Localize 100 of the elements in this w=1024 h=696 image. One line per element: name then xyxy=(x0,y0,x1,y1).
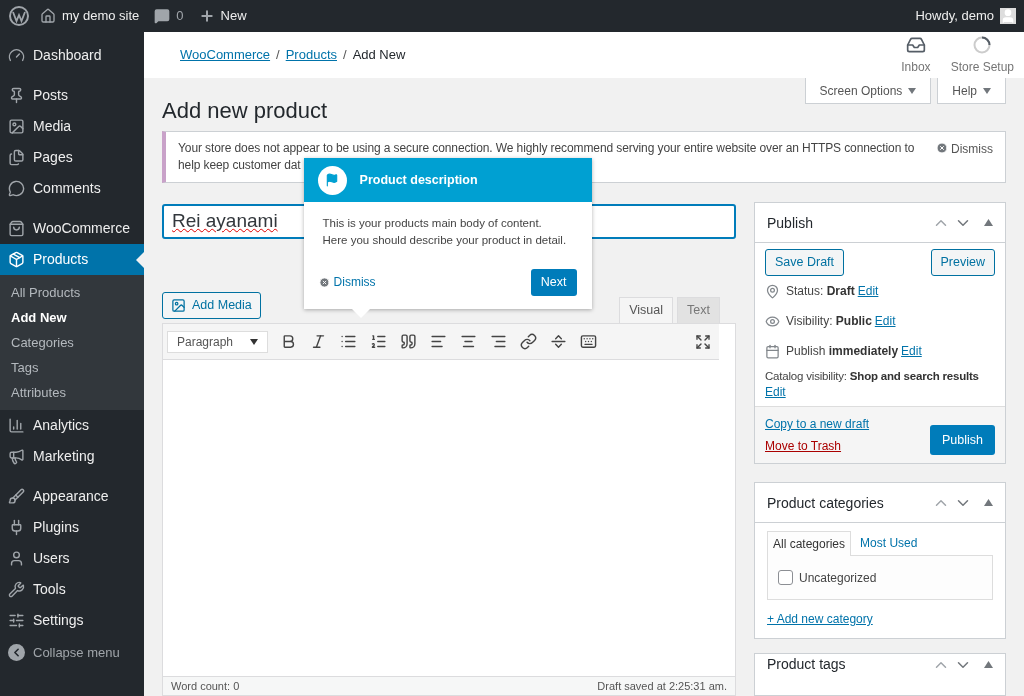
comment-count[interactable]: 0 xyxy=(176,6,184,26)
sidebar-item[interactable]: Users xyxy=(0,543,144,574)
panel-title: Product categories xyxy=(767,494,885,511)
sidebar-item[interactable]: Media xyxy=(0,111,144,142)
sidebar-item[interactable]: Analytics xyxy=(0,410,144,441)
submenu-item[interactable]: All Products xyxy=(0,280,144,305)
box-icon xyxy=(8,251,25,268)
panel-title: Publish xyxy=(767,214,814,231)
brush-icon xyxy=(8,488,25,505)
italic-icon[interactable] xyxy=(310,333,327,350)
catalog-visibility: Catalog visibility: Shop and search results xyxy=(765,369,979,384)
submenu-item[interactable]: Attributes xyxy=(0,380,144,405)
home-icon[interactable] xyxy=(40,8,56,24)
sidebar-item[interactable]: Plugins xyxy=(0,512,144,543)
notice-text: Your store does not appear to be using a secure connection. We highly recommend serving your entire website over an HTTPS connection to xyxy=(178,141,915,155)
editor-tab[interactable]: Visual xyxy=(619,297,674,324)
add-media-button[interactable]: Add Media xyxy=(162,292,261,319)
edit-link[interactable]: Edit xyxy=(857,282,879,300)
collapse-triangle-icon[interactable] xyxy=(984,661,993,668)
notice-dismiss-button[interactable]: Dismiss xyxy=(936,140,993,174)
popover-text: This is your products main body of content. xyxy=(322,216,542,231)
add-category-link[interactable]: + Add new category xyxy=(767,610,873,628)
submenu-item[interactable]: Categories xyxy=(0,330,144,355)
quote-icon[interactable] xyxy=(400,333,417,350)
site-name-link[interactable]: my demo site xyxy=(62,6,140,26)
submenu-item[interactable]: Tags xyxy=(0,355,144,380)
link-icon[interactable] xyxy=(520,333,537,350)
panel-title: Product tags xyxy=(767,656,847,672)
calendar-icon xyxy=(765,343,780,359)
header-action-button[interactable]: Inbox xyxy=(891,34,941,76)
submenu-item[interactable]: Add New xyxy=(0,305,144,330)
copy-draft-link[interactable]: Copy to a new draft xyxy=(765,415,870,433)
bar-chart-icon xyxy=(8,417,25,434)
read-more-icon[interactable] xyxy=(550,333,567,350)
sidebar-item[interactable]: Marketing xyxy=(0,441,144,472)
breadcrumb-link[interactable]: Products xyxy=(285,45,337,65)
edit-link[interactable]: Edit xyxy=(765,384,786,400)
word-count: Word count: 0 xyxy=(171,678,240,694)
sidebar-item[interactable]: Appearance xyxy=(0,481,144,512)
sidebar-item[interactable]: Comments xyxy=(0,173,144,204)
bullet-list-icon[interactable] xyxy=(340,333,357,350)
screen-tab-button[interactable]: Help xyxy=(937,78,1006,104)
publish-button[interactable]: Publish xyxy=(930,425,995,455)
wrench-icon xyxy=(8,581,25,598)
speech-bubble-icon xyxy=(8,180,25,197)
popover-dismiss-link[interactable]: Dismiss xyxy=(318,274,376,291)
collapse-menu-link[interactable]: Collapse menu xyxy=(33,642,120,663)
edit-link[interactable]: Edit xyxy=(901,342,922,360)
plus-icon[interactable] xyxy=(198,8,215,24)
category-tab[interactable]: Most Used xyxy=(851,530,927,555)
pages-icon xyxy=(8,149,25,166)
sidebar-item[interactable]: Pages xyxy=(0,142,144,173)
user-icon xyxy=(8,550,25,567)
new-link[interactable]: New xyxy=(220,6,247,26)
eye-icon xyxy=(765,313,780,329)
breadcrumb-current: Add New xyxy=(352,46,406,65)
align-right-icon[interactable] xyxy=(490,333,507,350)
sidebar-item[interactable]: Products xyxy=(0,244,144,275)
progress-ring-icon xyxy=(972,34,993,55)
category-label: Uncategorized xyxy=(799,569,877,587)
fullscreen-icon[interactable] xyxy=(695,333,711,350)
format-select[interactable]: Paragraph xyxy=(167,330,268,353)
comment-icon[interactable] xyxy=(154,8,171,24)
sidebar-item[interactable]: Tools xyxy=(0,574,144,605)
edit-link[interactable]: Edit xyxy=(874,312,896,330)
pin-icon xyxy=(765,283,780,299)
sidebar-item[interactable]: Dashboard xyxy=(0,40,144,71)
numbered-list-icon[interactable] xyxy=(370,333,387,350)
collapse-triangle-icon[interactable] xyxy=(984,499,993,506)
align-left-icon[interactable] xyxy=(430,333,447,350)
screen-tab-button[interactable]: Screen Options xyxy=(804,78,932,104)
trash-link[interactable]: Move to Trash xyxy=(765,437,870,455)
sidebar-item[interactable]: Posts xyxy=(0,80,144,111)
collapse-icon[interactable] xyxy=(8,644,25,661)
breadcrumb-separator: / xyxy=(343,46,347,65)
align-center-icon[interactable] xyxy=(460,333,477,350)
flag-icon xyxy=(317,165,347,195)
save-draft-button[interactable]: Save Draft xyxy=(765,249,845,276)
pin-icon xyxy=(8,87,25,104)
caret-icon xyxy=(250,338,258,345)
header-action-button[interactable]: Store Setup xyxy=(940,34,1024,76)
caret-icon xyxy=(908,87,917,94)
sidebar-item[interactable]: WooCommerce xyxy=(0,213,144,244)
logo-icon[interactable] xyxy=(9,6,29,26)
breadcrumb-separator: / xyxy=(276,46,280,65)
popover-title: Product description xyxy=(359,171,478,189)
bag-icon xyxy=(8,220,25,237)
breadcrumb-link[interactable]: WooCommerce xyxy=(180,45,271,65)
collapse-triangle-icon[interactable] xyxy=(984,219,993,226)
next-button[interactable]: Next xyxy=(530,269,577,296)
category-tab[interactable]: All categories xyxy=(767,531,852,556)
category-checkbox[interactable] xyxy=(778,570,793,585)
publish-setting: Visibility: Public xyxy=(786,313,872,330)
keyboard-icon[interactable] xyxy=(580,333,597,350)
greeting-link[interactable]: Howdy, demo xyxy=(915,6,994,26)
sidebar-item[interactable]: Settings xyxy=(0,605,144,636)
notice-text: help keep customer dat xyxy=(178,158,301,172)
dismiss-icon xyxy=(936,142,948,154)
media-icon xyxy=(8,118,25,135)
preview-button[interactable]: Preview xyxy=(930,249,995,276)
